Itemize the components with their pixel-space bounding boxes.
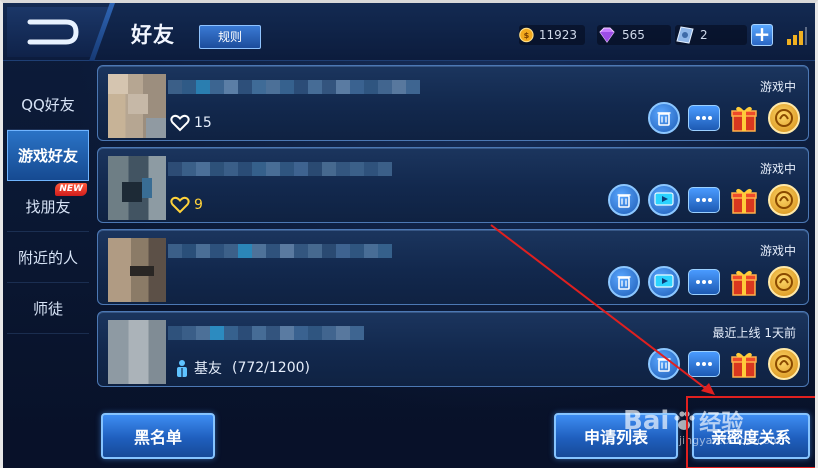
watermark-brand: Bai (623, 406, 670, 436)
game-screen: 好友 规则 $ 11923 565 2 + QQ好友 游戏好友 找朋友 NEW … (3, 3, 815, 468)
annotation-highlight-box (686, 396, 815, 468)
screenshot-frame: 好友 规则 $ 11923 565 2 + QQ好友 游戏好友 找朋友 NEW … (0, 0, 818, 468)
